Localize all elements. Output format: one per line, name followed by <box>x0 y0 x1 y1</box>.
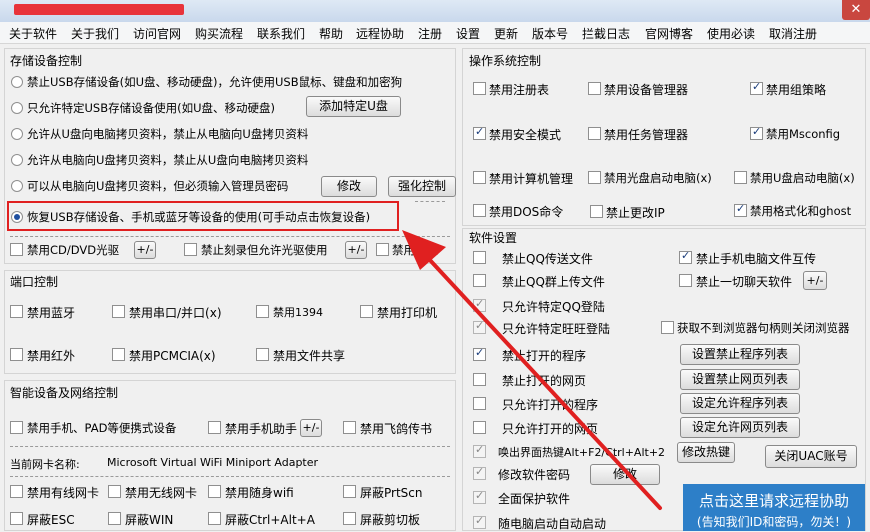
annotation-arrow <box>402 230 662 510</box>
